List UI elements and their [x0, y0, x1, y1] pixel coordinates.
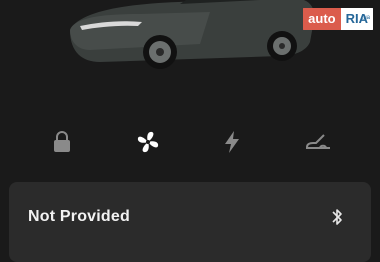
frunk-trunk-icon	[306, 134, 330, 149]
lightning-icon	[225, 131, 239, 153]
climate-button[interactable]	[128, 122, 168, 162]
lock-button[interactable]	[42, 122, 82, 162]
vehicle-hero: auto RIA .ua	[0, 0, 380, 115]
watermark-ua-label: .ua	[361, 15, 370, 21]
charge-button[interactable]	[212, 122, 252, 162]
lock-icon	[54, 131, 70, 152]
watermark-auto-text: auto	[303, 8, 341, 30]
watermark-ria-text: RIA .ua	[340, 8, 373, 30]
autoria-watermark: auto RIA .ua	[303, 7, 373, 31]
car-illustration	[70, 0, 315, 69]
bluetooth-icon[interactable]	[329, 207, 345, 227]
quick-controls	[0, 122, 380, 162]
trunk-button[interactable]	[298, 122, 338, 162]
fan-icon	[137, 131, 159, 153]
device-name: Not Provided	[28, 208, 130, 225]
device-card[interactable]: Not Provided	[9, 182, 371, 262]
